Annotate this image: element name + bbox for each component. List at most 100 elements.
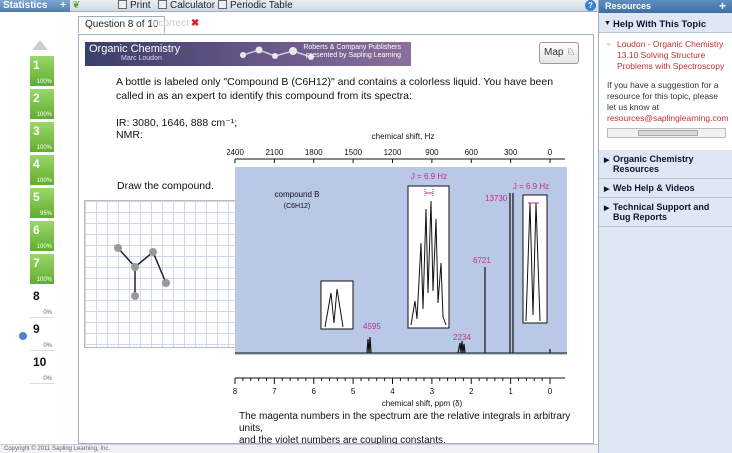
periodic-table-label: Periodic Table (230, 0, 293, 11)
periodic-table-button[interactable]: Periodic Table (218, 0, 293, 12)
question-number: 10 (33, 355, 47, 369)
leaf-icon: ❦ (72, 0, 81, 11)
plus-icon[interactable]: + (60, 0, 66, 12)
nmr-spectrum: chemical shift, Hz 2400 2100 1800 1500 1200 9… (227, 133, 567, 408)
help-with-topic-section[interactable]: ▼ Help With This Topic (599, 13, 732, 33)
bottom-tick-label: 6 (312, 387, 317, 396)
resource-item-label: Technical Support and Bug Reports (613, 202, 710, 222)
draw-instruction: Draw the compound. (117, 180, 214, 192)
plus-icon[interactable]: + (719, 0, 726, 12)
question-panel: Organic Chemistry Marc Loudon Roberts & … (78, 34, 594, 447)
bottom-tick-label: 4 (390, 387, 395, 396)
inset-4595 (320, 280, 354, 330)
scrollbar-thumb[interactable] (638, 130, 698, 136)
organic-chemistry-resources-item[interactable]: ▶ Organic Chemistry Resources (599, 150, 732, 179)
question-nav-item[interactable]: 8 0% (30, 287, 54, 318)
chevron-down-icon: ▼ (604, 20, 611, 27)
resource-sections: ▶ Organic Chemistry Resources ▶ Web Help… (599, 150, 732, 227)
tab-status[interactable]: Incorrect ✖ (144, 16, 205, 33)
technical-support-item[interactable]: ▶ Technical Support and Bug Reports (599, 198, 732, 227)
integral-label: 13730 (485, 194, 508, 203)
question-tabs: Question 8 of 10 Incorrect ✖ (70, 14, 596, 34)
top-toolbar: Statistics + ❦ Print Calculator Periodic… (0, 0, 598, 12)
horizontal-scrollbar[interactable] (607, 128, 726, 138)
resources-panel: Resources + ▼ Help With This Topic ◦ Lou… (598, 0, 732, 453)
bottom-tick-label: 1 (508, 387, 513, 396)
spectrum-footnote: The magenta numbers in the spectrum are … (239, 411, 593, 447)
question-nav-item[interactable]: 1 100% (30, 56, 54, 87)
print-button[interactable]: Print (118, 0, 151, 12)
bottom-tick-label: 5 (351, 387, 356, 396)
question-number: 2 (33, 91, 40, 105)
top-tick-label: 2400 (227, 148, 244, 157)
ir-data: IR: 3080, 1646, 888 cm⁻¹; (116, 117, 238, 129)
atom-node (114, 244, 122, 252)
question-nav-item[interactable]: 9 0% (30, 320, 54, 351)
bullet-icon: ◦ (607, 39, 611, 49)
periodic-table-icon (218, 0, 227, 9)
publisher-credit: Roberts & Company Publishers presented b… (303, 44, 401, 60)
question-nav-item[interactable]: 3 100% (30, 122, 54, 153)
resource-link-label: Loudon - Organic Chemistry 13.10 Solving… (617, 39, 725, 71)
question-number: 4 (33, 157, 40, 171)
coupling-label-1: J = 6.9 Hz (411, 172, 447, 181)
resources-header: Resources + (599, 0, 732, 13)
drawing-canvas[interactable] (84, 200, 242, 348)
bottom-tick-label: 2 (469, 387, 474, 396)
question-score: 0% (43, 343, 52, 349)
compound-formula: (C6H12) (284, 203, 310, 210)
publisher-line-1: Roberts & Company Publishers (303, 44, 401, 51)
suggestion-note: If you have a suggestion for a resource … (607, 80, 719, 112)
map-button[interactable]: Map ♘ (539, 42, 579, 64)
question-nav-item[interactable]: 10 0% (30, 353, 54, 384)
top-tick-label: 0 (548, 148, 553, 157)
question-score: 100% (36, 79, 52, 85)
nmr-label: NMR: (116, 129, 143, 141)
question-score: 0% (43, 376, 52, 382)
scroll-up-icon[interactable] (32, 40, 48, 50)
integral-label: 4595 (363, 322, 381, 331)
map-label: Map (544, 47, 564, 58)
question-nav-item[interactable]: 6 100% (30, 221, 54, 252)
integral-label: 2234 (453, 333, 471, 342)
statistics-tab[interactable]: Statistics + (0, 0, 70, 12)
resources-email-link[interactable]: resources@saplinglearning.com (607, 113, 729, 124)
chevron-right-icon: ▶ (604, 205, 610, 212)
question-nav-item[interactable]: 4 100% (30, 155, 54, 186)
chevron-right-icon: ▶ (604, 186, 610, 193)
bottom-tick-label: 0 (548, 387, 553, 396)
question-number: 5 (33, 190, 40, 204)
app-window: Statistics + ❦ Print Calculator Periodic… (0, 0, 732, 453)
question-nav-item[interactable]: 7 100% (30, 254, 54, 285)
web-help-item[interactable]: ▶ Web Help & Videos (599, 179, 732, 198)
statistics-label: Statistics (3, 0, 48, 11)
map-icon: ♘ (566, 47, 576, 58)
question-number: 1 (33, 58, 40, 72)
question-number: 6 (33, 223, 40, 237)
publisher-line-2: presented by Sapling Learning (306, 52, 401, 59)
resource-item-label: Web Help & Videos (613, 183, 695, 193)
drawn-structure[interactable] (85, 201, 243, 349)
inset-doublet (522, 194, 548, 324)
question-nav-item[interactable]: 2 100% (30, 89, 54, 120)
bottom-axis-title: chemical shift, ppm (δ) (382, 399, 463, 408)
top-axis-title: chemical shift, Hz (372, 133, 435, 141)
footnote-line-1: The magenta numbers in the spectrum are … (239, 411, 571, 434)
question-number: 7 (33, 256, 40, 270)
bottom-tick-label: 3 (430, 387, 435, 396)
top-tick-label: 2100 (265, 148, 283, 157)
banner-author: Marc Loudon (121, 55, 162, 62)
resource-item-label: Organic Chemistry Resources (613, 154, 694, 174)
print-icon (118, 0, 127, 9)
print-label: Print (130, 0, 151, 11)
top-axis: 2400 2100 1800 1500 1200 900 600 300 0 (227, 148, 553, 163)
help-icon[interactable]: ? (585, 0, 596, 11)
question-nav-item[interactable]: 5 95% (30, 188, 54, 219)
inset-septet (407, 185, 450, 329)
bottom-axis: 8 7 6 5 4 3 2 1 0 (233, 378, 553, 396)
banner-title: Organic Chemistry (89, 43, 181, 55)
resource-link[interactable]: ◦ Loudon - Organic Chemistry 13.10 Solvi… (607, 39, 726, 72)
calculator-button[interactable]: Calculator (158, 0, 215, 12)
atom-node (131, 263, 139, 271)
close-icon: ✖ (190, 18, 200, 29)
